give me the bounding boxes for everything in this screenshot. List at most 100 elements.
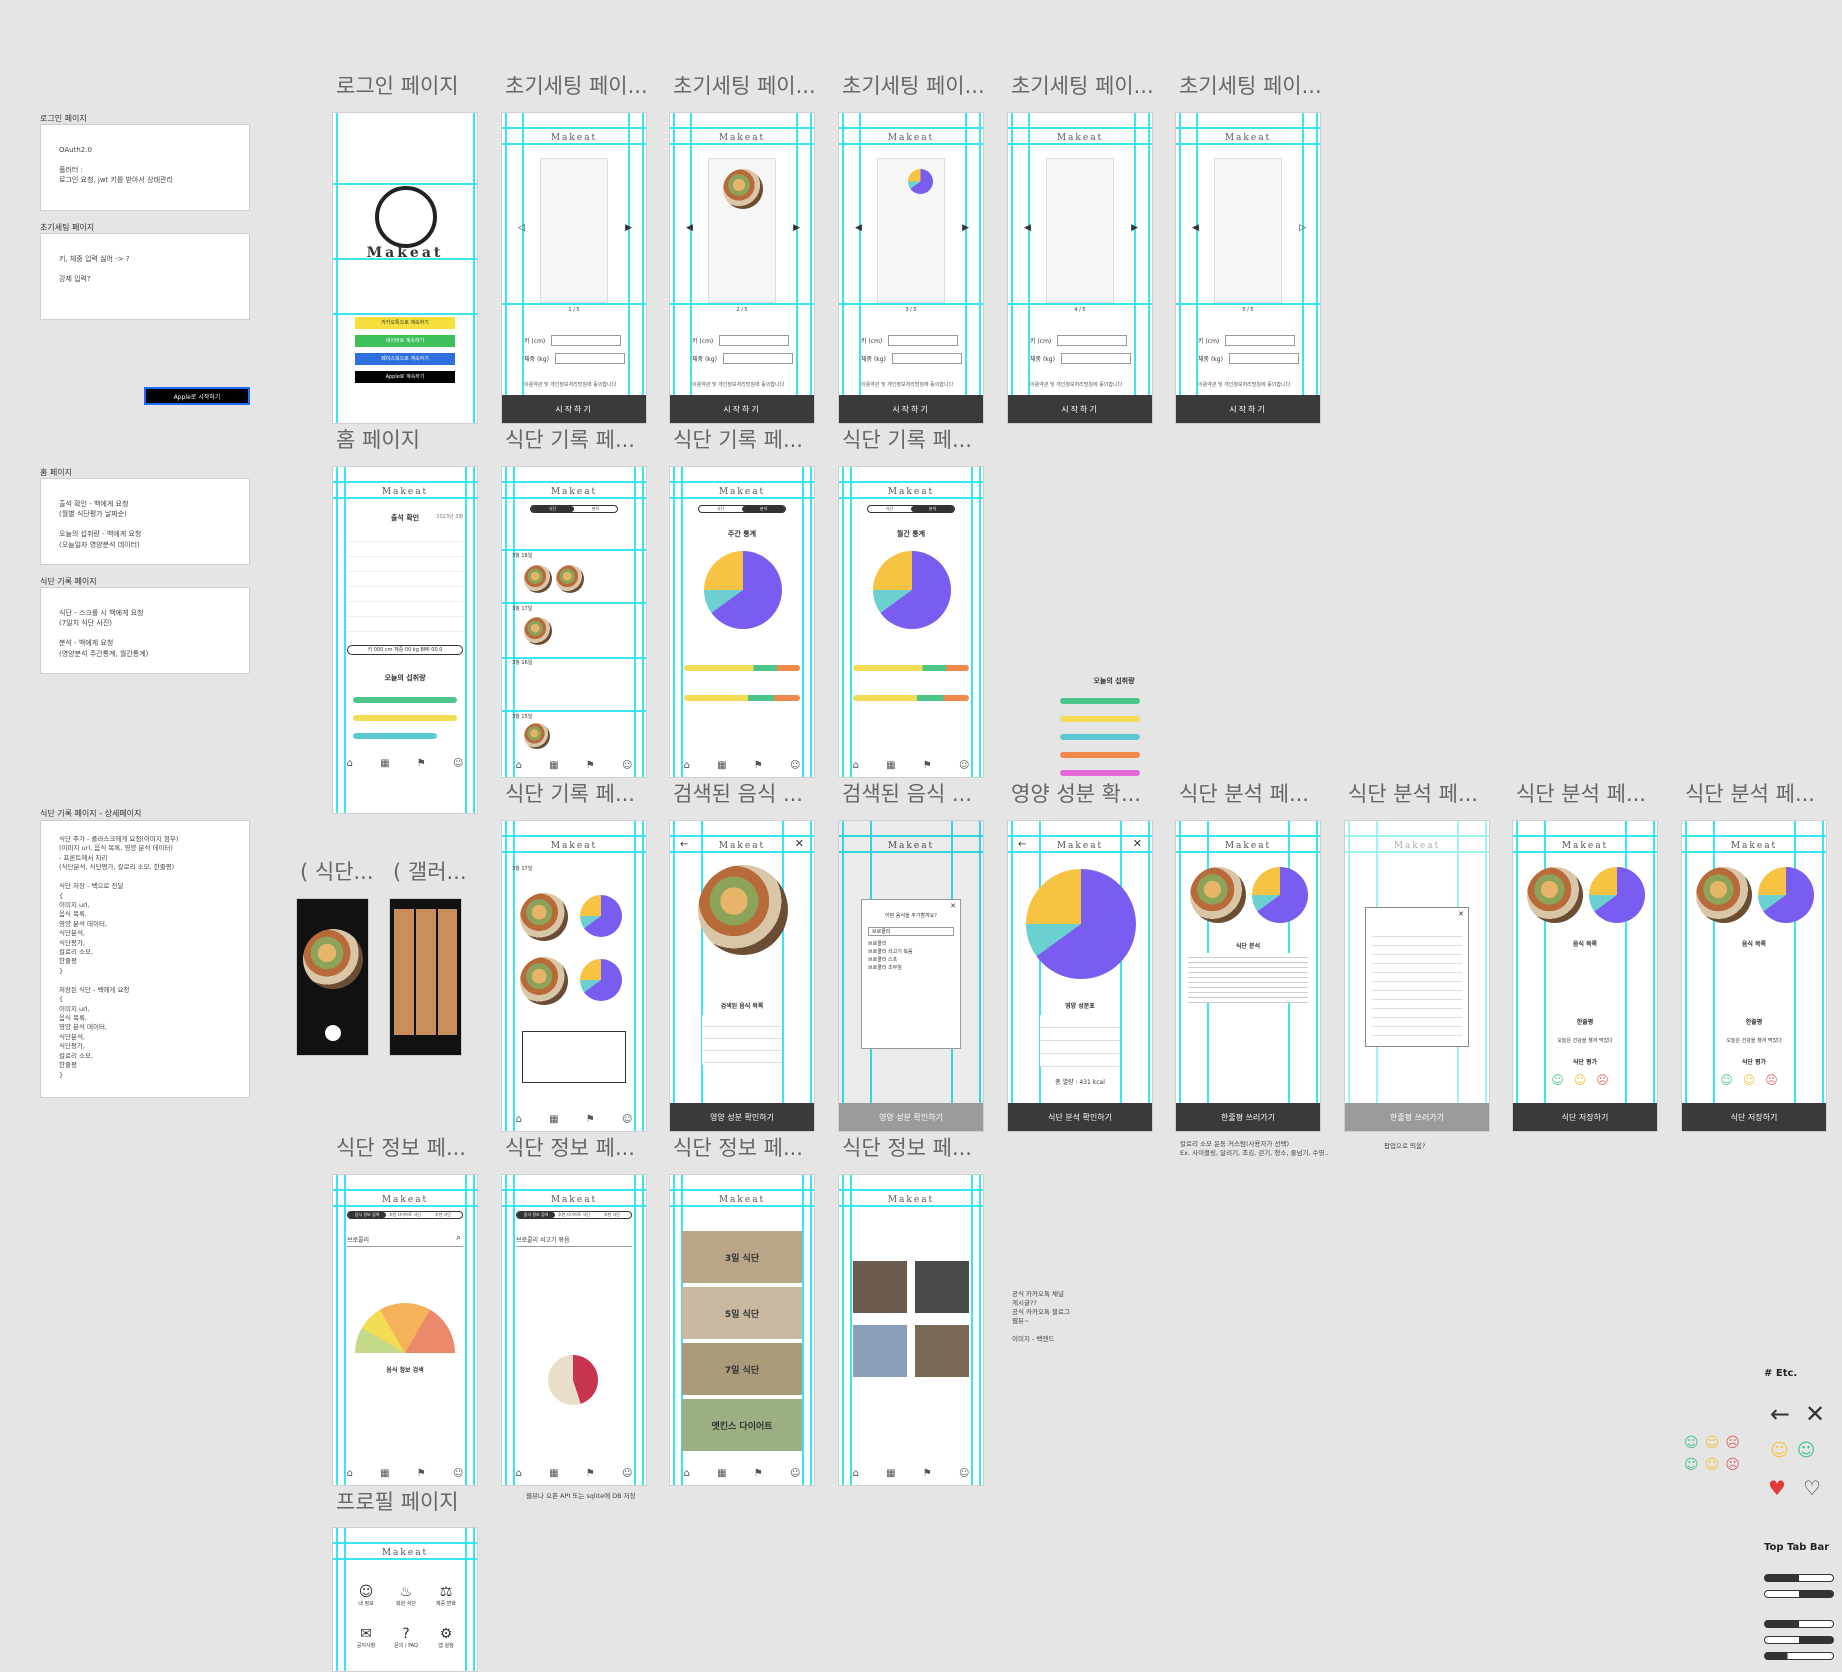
check-nutrition-button[interactable]: 영양 성분 확인하기 (839, 1103, 983, 1131)
info-tabs[interactable]: 음식 정보 검색 추천 다이어트 식단 추천 식단 (347, 1211, 463, 1219)
kakao-login-button[interactable]: 카카오톡으로 계속하기 (355, 317, 455, 329)
profile-menu-item[interactable]: ? 문의 / FAQ (391, 1626, 421, 1649)
diet-tab-icon[interactable]: ▦ (380, 758, 389, 769)
close-icon[interactable]: ✕ (1458, 910, 1464, 918)
profile-tab-icon[interactable]: ☺ (453, 758, 463, 769)
heart-outline-icon[interactable]: ♡ (1803, 1476, 1821, 1500)
rating-faces[interactable]: ☺☺☹ (1513, 1073, 1657, 1087)
back-arrow-icon[interactable]: ← (1770, 1400, 1790, 1428)
next-arrow-icon[interactable]: ▶ (625, 223, 632, 233)
food-photo[interactable] (524, 565, 552, 593)
person-photo[interactable] (853, 1325, 907, 1377)
search-input[interactable]: 브로콜리 쇠고기 볶음 (516, 1235, 632, 1247)
diet-plan-card[interactable]: 앳킨스 다이어트 (682, 1399, 802, 1451)
height-field[interactable]: 키 (cm) (839, 335, 983, 346)
food-photo[interactable] (524, 617, 552, 645)
calendar-grid[interactable] (347, 527, 463, 637)
diet-tab-icon[interactable]: ▦ (549, 1114, 558, 1125)
facebook-login-button[interactable]: 페이스북으로 계속하기 (355, 353, 455, 365)
profile-menu-item[interactable]: ☺ 내 정보 (351, 1584, 381, 1607)
home-tab-icon[interactable]: ⌂ (684, 1468, 690, 1479)
weight-field[interactable]: 체중 (kg) (1008, 353, 1152, 364)
diet-analysis-toggle[interactable]: 식단 분석 (530, 505, 618, 513)
info-tab-icon[interactable]: ⚑ (754, 1468, 763, 1479)
prev-arrow-icon[interactable]: ◀ (1192, 223, 1199, 233)
check-analysis-button[interactable]: 식단 분석 확인하기 (1008, 1103, 1152, 1131)
diet-analysis-toggle[interactable]: 식단 분석 (698, 505, 786, 513)
home-tab-icon[interactable]: ⌂ (516, 1468, 522, 1479)
diet-plan-card[interactable]: 3일 식단 (682, 1231, 802, 1283)
save-diet-button[interactable]: 식단 저장하기 (1513, 1103, 1657, 1131)
review-text[interactable]: 오늘은 건강을 챙겨 먹었다 (1682, 1037, 1826, 1044)
start-button[interactable]: 시작하기 (502, 395, 646, 423)
height-field[interactable]: 키 (cm) (502, 335, 646, 346)
home-tab-icon[interactable]: ⌂ (853, 760, 859, 771)
food-photo[interactable] (520, 957, 568, 1005)
height-field[interactable]: 키 (cm) (1176, 335, 1320, 346)
next-arrow-icon[interactable]: ▶ (1131, 223, 1138, 233)
add-diet-box[interactable] (522, 1031, 626, 1083)
profile-tab-icon[interactable]: ☺ (790, 1468, 800, 1479)
save-diet-button[interactable]: 식단 저장하기 (1682, 1103, 1826, 1131)
search-input[interactable]: 브로콜리 (347, 1235, 463, 1247)
profile-menu-item[interactable]: ♨ 회원 식단 (391, 1584, 421, 1607)
profile-tab-icon[interactable]: ☺ (790, 760, 800, 771)
next-arrow-icon[interactable]: ▷ (1299, 223, 1306, 233)
diet-analysis-toggle[interactable]: 식단 분석 (867, 505, 955, 513)
heart-filled-icon[interactable]: ♥ (1768, 1476, 1786, 1500)
search-results[interactable]: 브로콜리 브로콜리 쇠고기 볶음 브로콜리 스프 브로콜리 조무침 (868, 940, 954, 972)
info-tab-icon[interactable]: ⚑ (417, 1468, 426, 1479)
weight-field[interactable]: 체중 (kg) (1176, 353, 1320, 364)
close-icon[interactable]: ✕ (1133, 837, 1142, 850)
info-tab-icon[interactable]: ⚑ (923, 1468, 932, 1479)
profile-tab-icon[interactable]: ☺ (622, 1114, 632, 1125)
profile-menu-item[interactable]: ⚖ 체중 변화 (431, 1584, 461, 1607)
prev-arrow-icon[interactable]: ◀ (686, 223, 693, 233)
search-input[interactable]: 브로콜리 (868, 927, 954, 936)
profile-tab-icon[interactable]: ☺ (959, 760, 969, 771)
height-field[interactable]: 키 (cm) (670, 335, 814, 346)
diet-plan-card[interactable]: 5일 식단 (682, 1287, 802, 1339)
info-tab-icon[interactable]: ⚑ (417, 758, 426, 769)
write-review-button[interactable]: 한줄평 쓰러가기 (1345, 1103, 1489, 1131)
info-tab-icon[interactable]: ⚑ (923, 760, 932, 771)
info-tab-icon[interactable]: ⚑ (586, 760, 595, 771)
person-photo[interactable] (853, 1261, 907, 1313)
close-icon[interactable]: ✕ (950, 902, 956, 910)
diet-tab-icon[interactable]: ▦ (717, 1468, 726, 1479)
profile-menu-item[interactable]: ⚙ 앱 설정 (431, 1626, 461, 1649)
apple-login-frame-button[interactable]: Apple로 계속하기 (355, 371, 455, 383)
food-photo[interactable] (524, 723, 550, 749)
prev-arrow-icon[interactable]: ◁ (518, 223, 525, 233)
weight-field[interactable]: 체중 (kg) (839, 353, 983, 364)
diet-tab-icon[interactable]: ▦ (717, 760, 726, 771)
profile-tab-icon[interactable]: ☺ (622, 760, 632, 771)
back-arrow-icon[interactable]: ← (1018, 839, 1026, 850)
info-tab-icon[interactable]: ⚑ (586, 1114, 595, 1125)
start-button[interactable]: 시작하기 (670, 395, 814, 423)
review-text[interactable]: 오늘은 건강을 챙겨 먹었다 (1513, 1037, 1657, 1044)
search-icon[interactable]: ⌕ (456, 1233, 461, 1243)
profile-menu-item[interactable]: ✉ 공지사항 (351, 1626, 381, 1649)
height-field[interactable]: 키 (cm) (1008, 335, 1152, 346)
diet-tab-icon[interactable]: ▦ (886, 1468, 895, 1479)
start-button[interactable]: 시작하기 (1008, 395, 1152, 423)
prev-arrow-icon[interactable]: ◀ (1024, 223, 1031, 233)
home-tab-icon[interactable]: ⌂ (347, 1468, 353, 1479)
back-arrow-icon[interactable]: ← (680, 839, 688, 850)
diet-tab-icon[interactable]: ▦ (380, 1468, 389, 1479)
food-photo[interactable] (556, 565, 584, 593)
weight-field[interactable]: 체중 (kg) (502, 353, 646, 364)
home-tab-icon[interactable]: ⌂ (684, 760, 690, 771)
agree-checkbox[interactable]: 이용약관 및 개인정보처리방침에 동의합니다 (1030, 381, 1122, 388)
diet-tab-icon[interactable]: ▦ (549, 760, 558, 771)
profile-tab-icon[interactable]: ☺ (959, 1468, 969, 1479)
start-button[interactable]: 시작하기 (839, 395, 983, 423)
start-button[interactable]: 시작하기 (1176, 395, 1320, 423)
info-tabs[interactable]: 음식 정보 검색 추천 다이어트 식단 추천 식단 (516, 1211, 632, 1219)
home-tab-icon[interactable]: ⌂ (516, 1114, 522, 1125)
weight-field[interactable]: 체중 (kg) (670, 353, 814, 364)
home-tab-icon[interactable]: ⌂ (516, 760, 522, 771)
profile-tab-icon[interactable]: ☺ (453, 1468, 463, 1479)
next-arrow-icon[interactable]: ▶ (962, 223, 969, 233)
